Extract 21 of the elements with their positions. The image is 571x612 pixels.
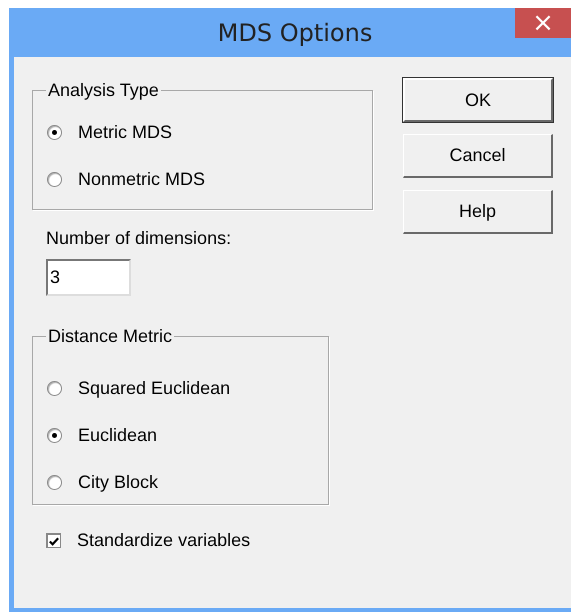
group-label: Analysis Type — [47, 80, 160, 101]
window-title: MDS Options — [216, 18, 372, 46]
dialog-button[interactable]: Cancel — [403, 134, 553, 178]
radio-button[interactable] — [47, 428, 62, 443]
checkbox[interactable] — [46, 533, 61, 548]
radio-button[interactable] — [47, 475, 62, 490]
radio-button[interactable] — [47, 172, 62, 187]
radio-label: City Block — [78, 472, 158, 493]
radio-button[interactable] — [47, 381, 62, 396]
close-button[interactable]: × — [515, 8, 571, 38]
dialog-button[interactable]: Help — [403, 190, 553, 234]
checkbox-label: Standardize variables — [77, 530, 250, 551]
radio-label: Squared Euclidean — [78, 378, 230, 399]
radio-label: Metric MDS — [78, 122, 172, 143]
radio-label: Nonmetric MDS — [78, 169, 206, 190]
dialog-button[interactable]: OK — [403, 78, 553, 122]
group-label: Distance Metric — [47, 326, 174, 347]
input-field[interactable]: 3 — [46, 259, 131, 296]
radio-button[interactable] — [47, 125, 62, 140]
field-label: Number of dimensions: — [46, 228, 232, 249]
radio-label: Euclidean — [78, 425, 158, 446]
